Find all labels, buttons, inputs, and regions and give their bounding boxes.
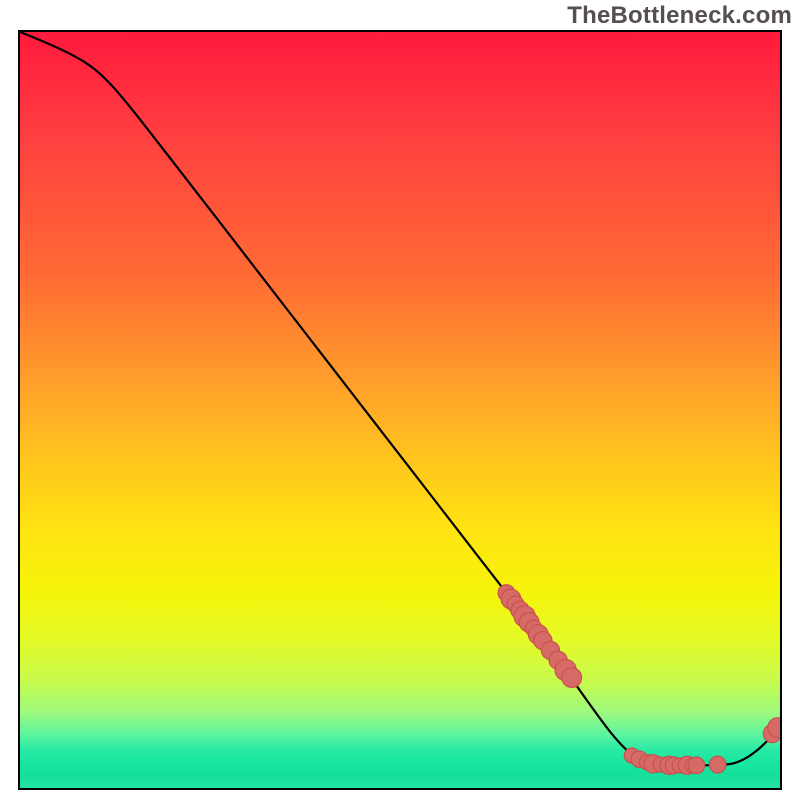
plot-svg — [20, 32, 780, 788]
main-curve — [20, 32, 780, 766]
data-markers — [498, 585, 780, 775]
chart-frame: TheBottleneck.com — [0, 0, 800, 800]
watermark-text: TheBottleneck.com — [567, 2, 792, 30]
plot-area — [18, 30, 782, 790]
data-marker — [709, 756, 726, 773]
data-marker — [688, 757, 705, 774]
data-marker — [562, 668, 582, 688]
